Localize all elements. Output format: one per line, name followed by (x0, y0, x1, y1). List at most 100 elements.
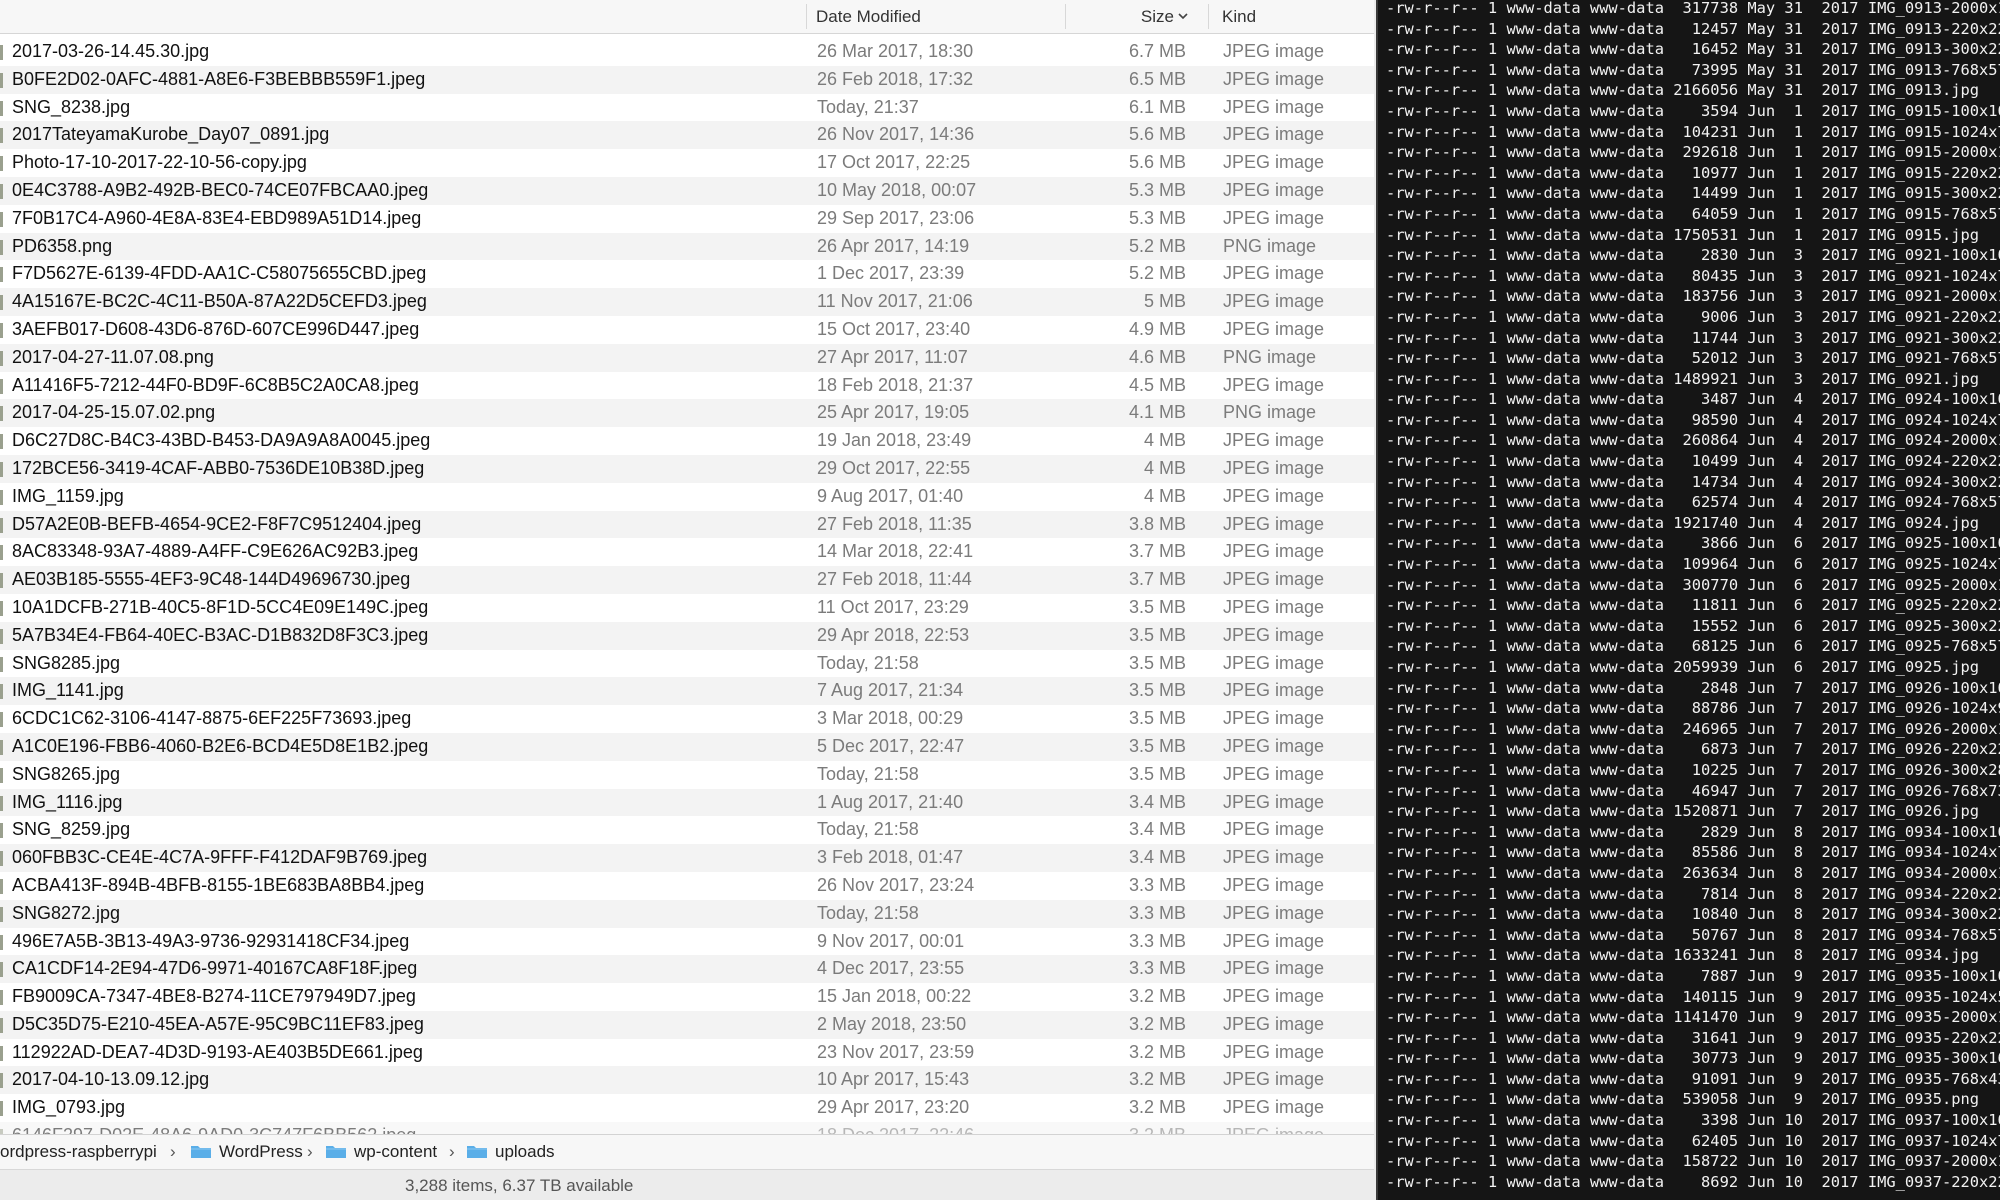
file-name: 8AC83348-93A7-4889-A4FF-C9E626AC92B3.jpe… (12, 541, 419, 562)
path-item-wp-content[interactable]: wp-content (325, 1135, 437, 1169)
file-size: 4 MB (1143, 457, 1186, 478)
file-row[interactable]: IMG_1159.jpg 9 Aug 2017, 01:40 4 MB JPEG im… (0, 483, 1374, 511)
file-row[interactable]: 10A1DCFB-271B-40C5-8F1D-5CC4E09E149C.jpe… (0, 594, 1374, 622)
file-row[interactable]: 7F0B17C4-A960-4E8A-83E4-EBD989A51D14.jpe… (0, 205, 1374, 233)
folder-icon (191, 1146, 211, 1158)
terminal-line: -rw-r--r-- 1 www-data www-data 11744 Jun… (1386, 328, 2000, 347)
file-size: 6.7 MB (1128, 41, 1186, 61)
file-row[interactable]: A11416F5-7212-44F0-BD9F-6C8B5C2A0CA8.jpe… (0, 372, 1374, 400)
file-row[interactable]: 172BCE56-3419-4CAF-ABB0-7536DE10B38D.jpe… (0, 454, 1374, 483)
status-text: 3,288 items, 6.37 TB available (405, 1176, 634, 1195)
terminal-line: -rw-r--r-- 1 www-data www-data 2166056 M… (1386, 81, 1980, 100)
file-row[interactable]: 2017-04-25-15.07.02.png 25 Apr 2017, 19:0… (0, 399, 1374, 428)
file-size: 3.5 MB (1128, 735, 1186, 756)
terminal-line: -rw-r--r-- 1 www-data www-data 260864 Ju… (1386, 431, 2000, 450)
column-name-header[interactable] (0, 0, 800, 33)
path-item-wordpress[interactable]: WordPress (190, 1135, 303, 1169)
column-date-modified-header[interactable]: Date Modified (816, 0, 1066, 33)
file-kind: JPEG image (1223, 902, 1325, 923)
terminal-line: -rw-r--r-- 1 www-data www-data 1141470 J… (1386, 1008, 2000, 1027)
file-row[interactable]: 3AEFB017-D608-43D6-876D-607CE996D447.jpe… (0, 316, 1374, 344)
file-kind: JPEG image (1223, 930, 1325, 951)
file-size: 4.5 MB (1128, 374, 1186, 395)
column-size-header[interactable]: Size (1068, 0, 1202, 33)
file-size: 3.4 MB (1128, 847, 1186, 868)
file-row[interactable]: SNG_8238.jpg Today, 21:37 6.1 MB JPEG image (0, 94, 1374, 122)
file-date-modified: 27 Apr 2017, 11:07 (817, 346, 968, 367)
file-row[interactable]: F7D5627E-6139-4FDD-AA1C-C58075655CBD.jpe… (0, 260, 1374, 288)
file-row[interactable]: 8AC83348-93A7-4889-A4FF-C9E626AC92B3.jpe… (0, 538, 1374, 566)
file-row[interactable]: SNG_8259.jpg Today, 21:58 3.4 MB JPEG image (0, 816, 1374, 844)
file-row[interactable]: FB9009CA-7347-4BE8-B274-11CE797949D7.jpe… (0, 983, 1374, 1011)
file-kind: JPEG image (1223, 1041, 1325, 1062)
file-row[interactable]: CA1CDF14-2E94-47D6-9971-40167CA8F18F.jpe… (0, 955, 1374, 984)
file-row[interactable]: SNG8272.jpg Today, 21:58 3.3 MB JPEG image (0, 899, 1374, 928)
terminal-line: -rw-r--r-- 1 www-data www-data 2830 Jun … (1386, 246, 2000, 265)
file-row[interactable]: D57A2E0B-BEFB-4654-9CE2-F8F7C9512404.jpe… (0, 510, 1374, 539)
file-row[interactable]: IMG_1141.jpg 7 Aug 2017, 21:34 3.5 MB JPEG … (0, 677, 1374, 706)
path-item-uploads[interactable]: uploads (466, 1135, 555, 1169)
file-kind: JPEG image (1223, 958, 1325, 979)
file-thumbnail-icon (0, 823, 3, 839)
terminal-window[interactable]: -rw-r--r-- 1 www-data www-data 317738 Ma… (1376, 0, 2000, 1200)
file-size: 3.5 MB (1128, 763, 1186, 784)
terminal-line: -rw-r--r-- 1 www-data www-data 300770 Ju… (1386, 575, 2000, 594)
file-kind: JPEG image (1223, 1097, 1325, 1118)
file-row[interactable]: 0E4C3788-A9B2-492B-BEC0-74CE07FBCAA0.jpe… (0, 176, 1374, 205)
file-thumbnail-icon (0, 406, 3, 422)
file-size: 3.2 MB (1128, 986, 1186, 1007)
column-divider[interactable] (806, 4, 807, 29)
terminal-line: -rw-r--r-- 1 www-data www-data 292618 Ju… (1386, 143, 2000, 162)
path-item-server[interactable]: ordpress-raspberrypi (0, 1135, 157, 1169)
file-row[interactable]: A1C0E196-FBB6-4060-B2E6-BCD4E5D8E1B2.jpe… (0, 732, 1374, 761)
file-row[interactable]: D5C35D75-E210-45EA-A57E-95C9BC11EF83.jpe… (0, 1010, 1374, 1039)
file-thumbnail-icon (0, 295, 3, 311)
file-row[interactable]: 2017-04-10-13.09.12.jpg 10 Apr 2017, 15:4… (0, 1066, 1374, 1095)
file-row[interactable]: 496E7A5B-3B13-49A3-9736-92931418CF34.jpe… (0, 928, 1374, 956)
file-row[interactable]: 2017-03-26-14.45.30.jpg 26 Mar 2017, 18:3… (0, 38, 1374, 66)
file-row[interactable]: 2017-04-27-11.07.08.png 27 Apr 2017, 11:0… (0, 343, 1374, 372)
file-row[interactable]: D6C27D8C-B4C3-43BD-B453-DA9A9A8A0045.jpe… (0, 427, 1374, 455)
file-row[interactable]: ACBA413F-894B-4BFB-8155-1BE683BA8BB4.jpe… (0, 872, 1374, 900)
terminal-line: -rw-r--r-- 1 www-data www-data 317738 Ma… (1386, 0, 2000, 17)
file-list[interactable]: 2017-03-26-14.45.30.jpg 26 Mar 2017, 18:3… (0, 38, 1374, 1134)
file-kind: JPEG image (1223, 1013, 1325, 1034)
file-row[interactable]: AE03B185-5555-4EF3-9C48-144D49696730.jpe… (0, 566, 1374, 594)
file-row[interactable]: 112922AD-DEA7-4D3D-9193-AE403B5DE661.jpe… (0, 1039, 1374, 1067)
file-name: 172BCE56-3419-4CAF-ABB0-7536DE10B38D.jpe… (12, 457, 425, 478)
file-row[interactable]: 4A15167E-BC2C-4C11-B50A-87A22D5CEFD3.jpe… (0, 288, 1374, 316)
file-thumbnail-icon (0, 600, 3, 616)
terminal-line: -rw-r--r-- 1 www-data www-data 50767 Jun… (1386, 925, 2000, 944)
file-row[interactable]: 2017TateyamaKurobe_Day07_0891.jpg 26 Nov … (0, 121, 1374, 150)
file-size: 3.5 MB (1128, 624, 1186, 645)
column-divider[interactable] (1208, 4, 1209, 29)
file-kind: JPEG image (1223, 1069, 1325, 1090)
column-kind-header[interactable]: Kind (1222, 0, 1372, 33)
file-name: Photo-17-10-2017-22-10-56-copy.jpg (12, 152, 307, 173)
terminal-line: -rw-r--r-- 1 www-data www-data 140115 Ju… (1386, 987, 2000, 1006)
file-row[interactable]: Photo-17-10-2017-22-10-56-copy.jpg 17 Oct… (0, 149, 1374, 177)
path-item-label: wp-content (354, 1142, 438, 1161)
file-row[interactable]: SNG8265.jpg Today, 21:58 3.5 MB JPEG image (0, 761, 1374, 789)
file-row[interactable]: 6146F297-D02E-48A6-9AD0-3C747F6BB562.jpe… (0, 1122, 1374, 1134)
file-date-modified: 11 Nov 2017, 21:06 (817, 291, 973, 312)
file-row[interactable]: B0FE2D02-0AFC-4881-A8E6-F3BEBBB559F1.jpe… (0, 65, 1374, 94)
file-name: 6146F297-D02E-48A6-9AD0-3C747F6BB562.jpe… (12, 1122, 416, 1134)
path-separator: › (170, 1142, 176, 1161)
file-row[interactable]: 5A7B34E4-FB64-40EC-B3AC-D1B832D8F3C3.jpe… (0, 621, 1374, 650)
file-row[interactable]: 060FBB3C-CE4E-4C7A-9FFF-F412DAF9B769.jpe… (0, 844, 1374, 872)
file-name: 060FBB3C-CE4E-4C7A-9FFF-F412DAF9B769.jpe… (12, 847, 428, 868)
terminal-line: -rw-r--r-- 1 www-data www-data 104231 Ju… (1386, 122, 2000, 141)
column-divider[interactable] (1065, 4, 1066, 29)
file-row[interactable]: 6CDC1C62-3106-4147-8875-6EF225F73693.jpe… (0, 705, 1374, 733)
file-size: 5.3 MB (1128, 179, 1186, 200)
terminal-line: -rw-r--r-- 1 www-data www-data 52012 Jun… (1386, 349, 2000, 368)
file-date-modified: 25 Apr 2017, 19:05 (817, 402, 970, 423)
file-date-modified: 26 Apr 2017, 14:19 (817, 235, 970, 256)
file-row[interactable]: SNG8285.jpg Today, 21:58 3.5 MB JPEG image (0, 650, 1374, 678)
file-thumbnail-icon (0, 350, 3, 366)
file-row[interactable]: IMG_1116.jpg 1 Aug 2017, 21:40 3.4 MB JPEG … (0, 788, 1374, 817)
file-row[interactable]: IMG_0793.jpg 29 Apr 2017, 23:20 3.2 MB JPEG… (0, 1094, 1374, 1122)
file-kind: JPEG image (1223, 96, 1325, 117)
file-row[interactable]: PD6358.png 26 Apr 2017, 14:19 5.2 MB PNG im… (0, 232, 1374, 261)
